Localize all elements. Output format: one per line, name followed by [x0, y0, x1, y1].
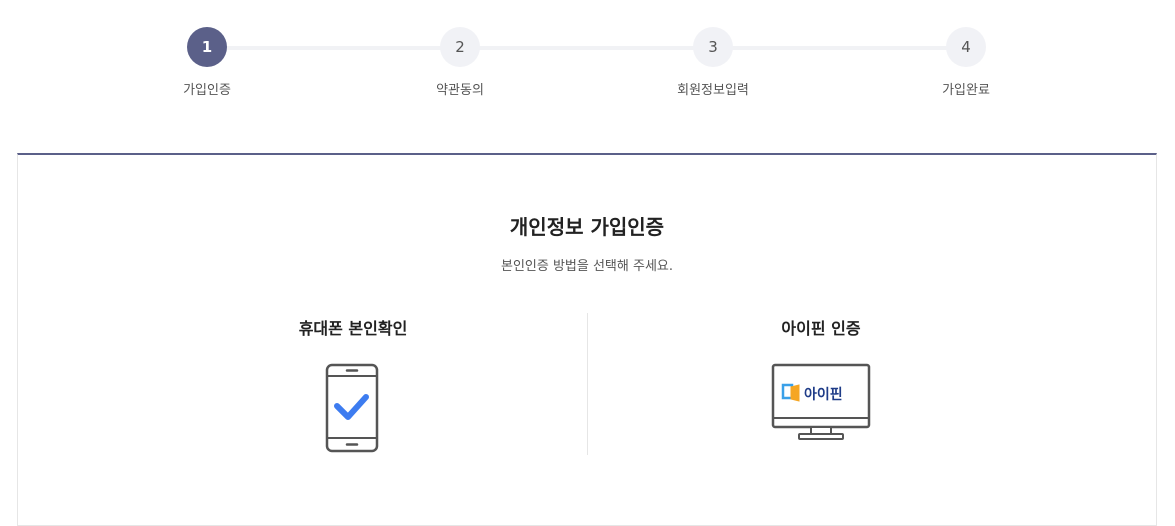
- step-4-circle: 4: [946, 27, 986, 67]
- ipin-verification-title: 아이핀 인증: [781, 319, 861, 338]
- ipin-verification-option[interactable]: 아이핀 인증 아이핀: [671, 315, 971, 447]
- step-2-circle: 2: [440, 27, 480, 67]
- phone-verification-option[interactable]: 휴대폰 본인확인: [203, 315, 503, 459]
- step-3: 3 회원정보입력: [653, 27, 773, 98]
- verification-panel: 개인정보 가입인증 본인인증 방법을 선택해 주세요. 휴대폰 본인확인 아이핀…: [17, 153, 1157, 526]
- step-3-circle: 3: [693, 27, 733, 67]
- step-2: 2 약관동의: [400, 27, 520, 98]
- stepper-line: [207, 46, 966, 50]
- ipin-logo-text: 아이핀: [804, 386, 843, 403]
- step-1: 1 가입인증: [147, 27, 267, 98]
- panel-title: 개인정보 가입인증: [509, 215, 665, 239]
- phone-check-icon: [203, 363, 503, 459]
- panel-subtitle: 본인인증 방법을 선택해 주세요.: [500, 259, 673, 274]
- step-1-circle: 1: [187, 27, 227, 67]
- method-divider: [587, 313, 588, 455]
- step-2-label: 약관동의: [436, 83, 484, 98]
- step-4: 4 가입완료: [906, 27, 1026, 98]
- step-4-label: 가입완료: [942, 83, 990, 98]
- phone-verification-title: 휴대폰 본인확인: [298, 319, 408, 338]
- monitor-ipin-icon: 아이핀: [671, 363, 971, 447]
- signup-stepper: 1 가입인증 2 약관동의 3 회원정보입력 4 가입완료: [0, 0, 1175, 140]
- step-3-label: 회원정보입력: [677, 83, 749, 98]
- step-1-label: 가입인증: [183, 83, 231, 98]
